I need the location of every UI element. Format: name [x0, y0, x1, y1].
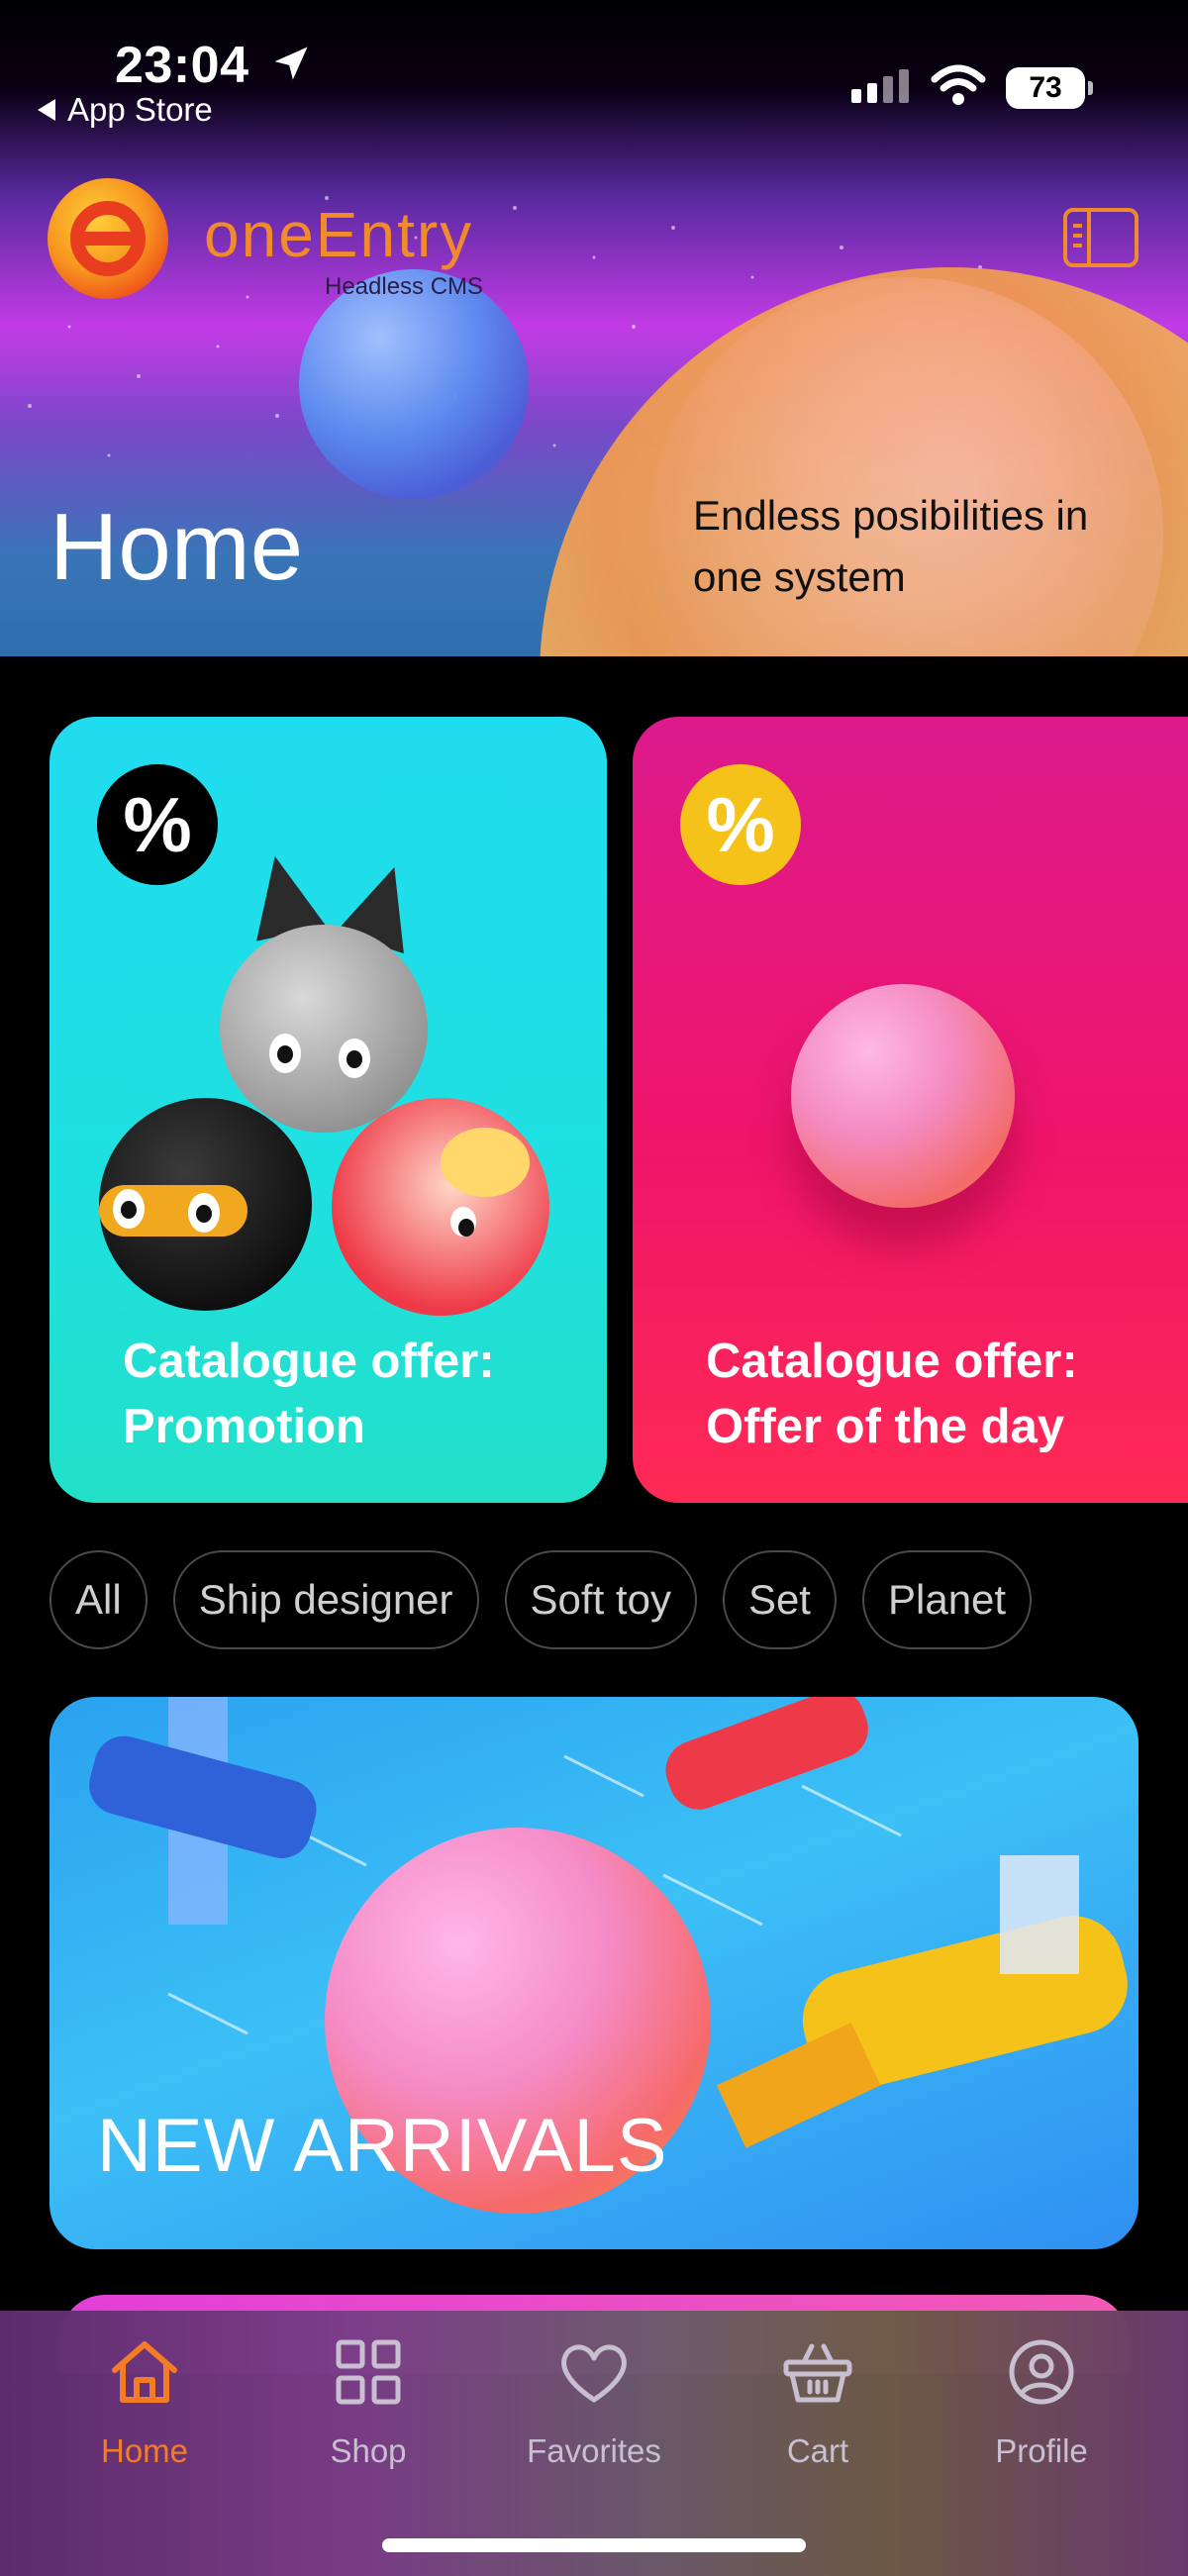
brand-name: oneEntry [204, 199, 474, 270]
tab-label: Favorites [527, 2432, 661, 2469]
offer-card-promotion[interactable]: % Catalogue offer: Promotion [50, 717, 607, 1503]
offer-title: Catalogue offer: Offer of the day [706, 1335, 1078, 1453]
chip-ship-designer[interactable]: Ship designer [172, 1550, 479, 1649]
tab-label: Home [100, 2432, 189, 2469]
category-filter-chips: All Ship designer Soft toy Set Planet [50, 1550, 1033, 1649]
heart-icon [561, 2344, 627, 2403]
tab-profile[interactable]: Profile [942, 2330, 1140, 2470]
brand-subtitle: Headless CMS [325, 273, 484, 300]
sidebar-toggle-icon[interactable] [1063, 208, 1138, 267]
percent-badge-icon: % [97, 764, 218, 885]
header-tagline: Endless posibilities in one system [693, 492, 1089, 600]
back-triangle-icon [38, 99, 55, 121]
offer-title: Catalogue offer: Promotion [123, 1335, 495, 1453]
banner-title: NEW ARRIVALS [97, 2104, 668, 2188]
tab-favorites[interactable]: Favorites [495, 2330, 693, 2470]
tab-cart[interactable]: Cart [719, 2330, 917, 2470]
tab-label: Profile [995, 2432, 1088, 2469]
location-arrow-icon [274, 47, 308, 80]
chip-set[interactable]: Set [722, 1550, 837, 1649]
tab-home[interactable]: Home [46, 2330, 244, 2470]
status-time: 23:04 [115, 37, 249, 94]
battery-indicator: 73 [1006, 67, 1093, 109]
tab-label: Cart [786, 2432, 849, 2469]
chip-planet[interactable]: Planet [861, 1550, 1033, 1649]
user-circle-icon [1009, 2339, 1074, 2405]
tab-label: Shop [330, 2432, 407, 2469]
new-arrivals-banner[interactable]: NEW ARRIVALS [50, 1697, 1138, 2249]
small-planet-image [299, 269, 529, 499]
tab-shop[interactable]: Shop [269, 2330, 467, 2470]
basket-icon [783, 2343, 852, 2403]
grid-icon [336, 2339, 401, 2405]
back-label: App Store [67, 91, 213, 128]
cellular-signal-icon [851, 69, 909, 103]
percent-badge-icon: % [680, 764, 801, 885]
offer-card-day[interactable]: % Catalogue offer: Offer of the day [633, 717, 1188, 1503]
chip-soft-toy[interactable]: Soft toy [504, 1550, 697, 1649]
page-title: Home [50, 494, 304, 600]
oneentry-logo-icon [48, 178, 168, 299]
chip-all[interactable]: All [50, 1550, 148, 1649]
home-indicator[interactable] [382, 2538, 806, 2552]
pink-planet-image [791, 984, 1015, 1208]
wifi-icon [931, 64, 986, 105]
home-icon [112, 2341, 177, 2403]
back-to-app-store[interactable]: App Store [38, 91, 213, 129]
